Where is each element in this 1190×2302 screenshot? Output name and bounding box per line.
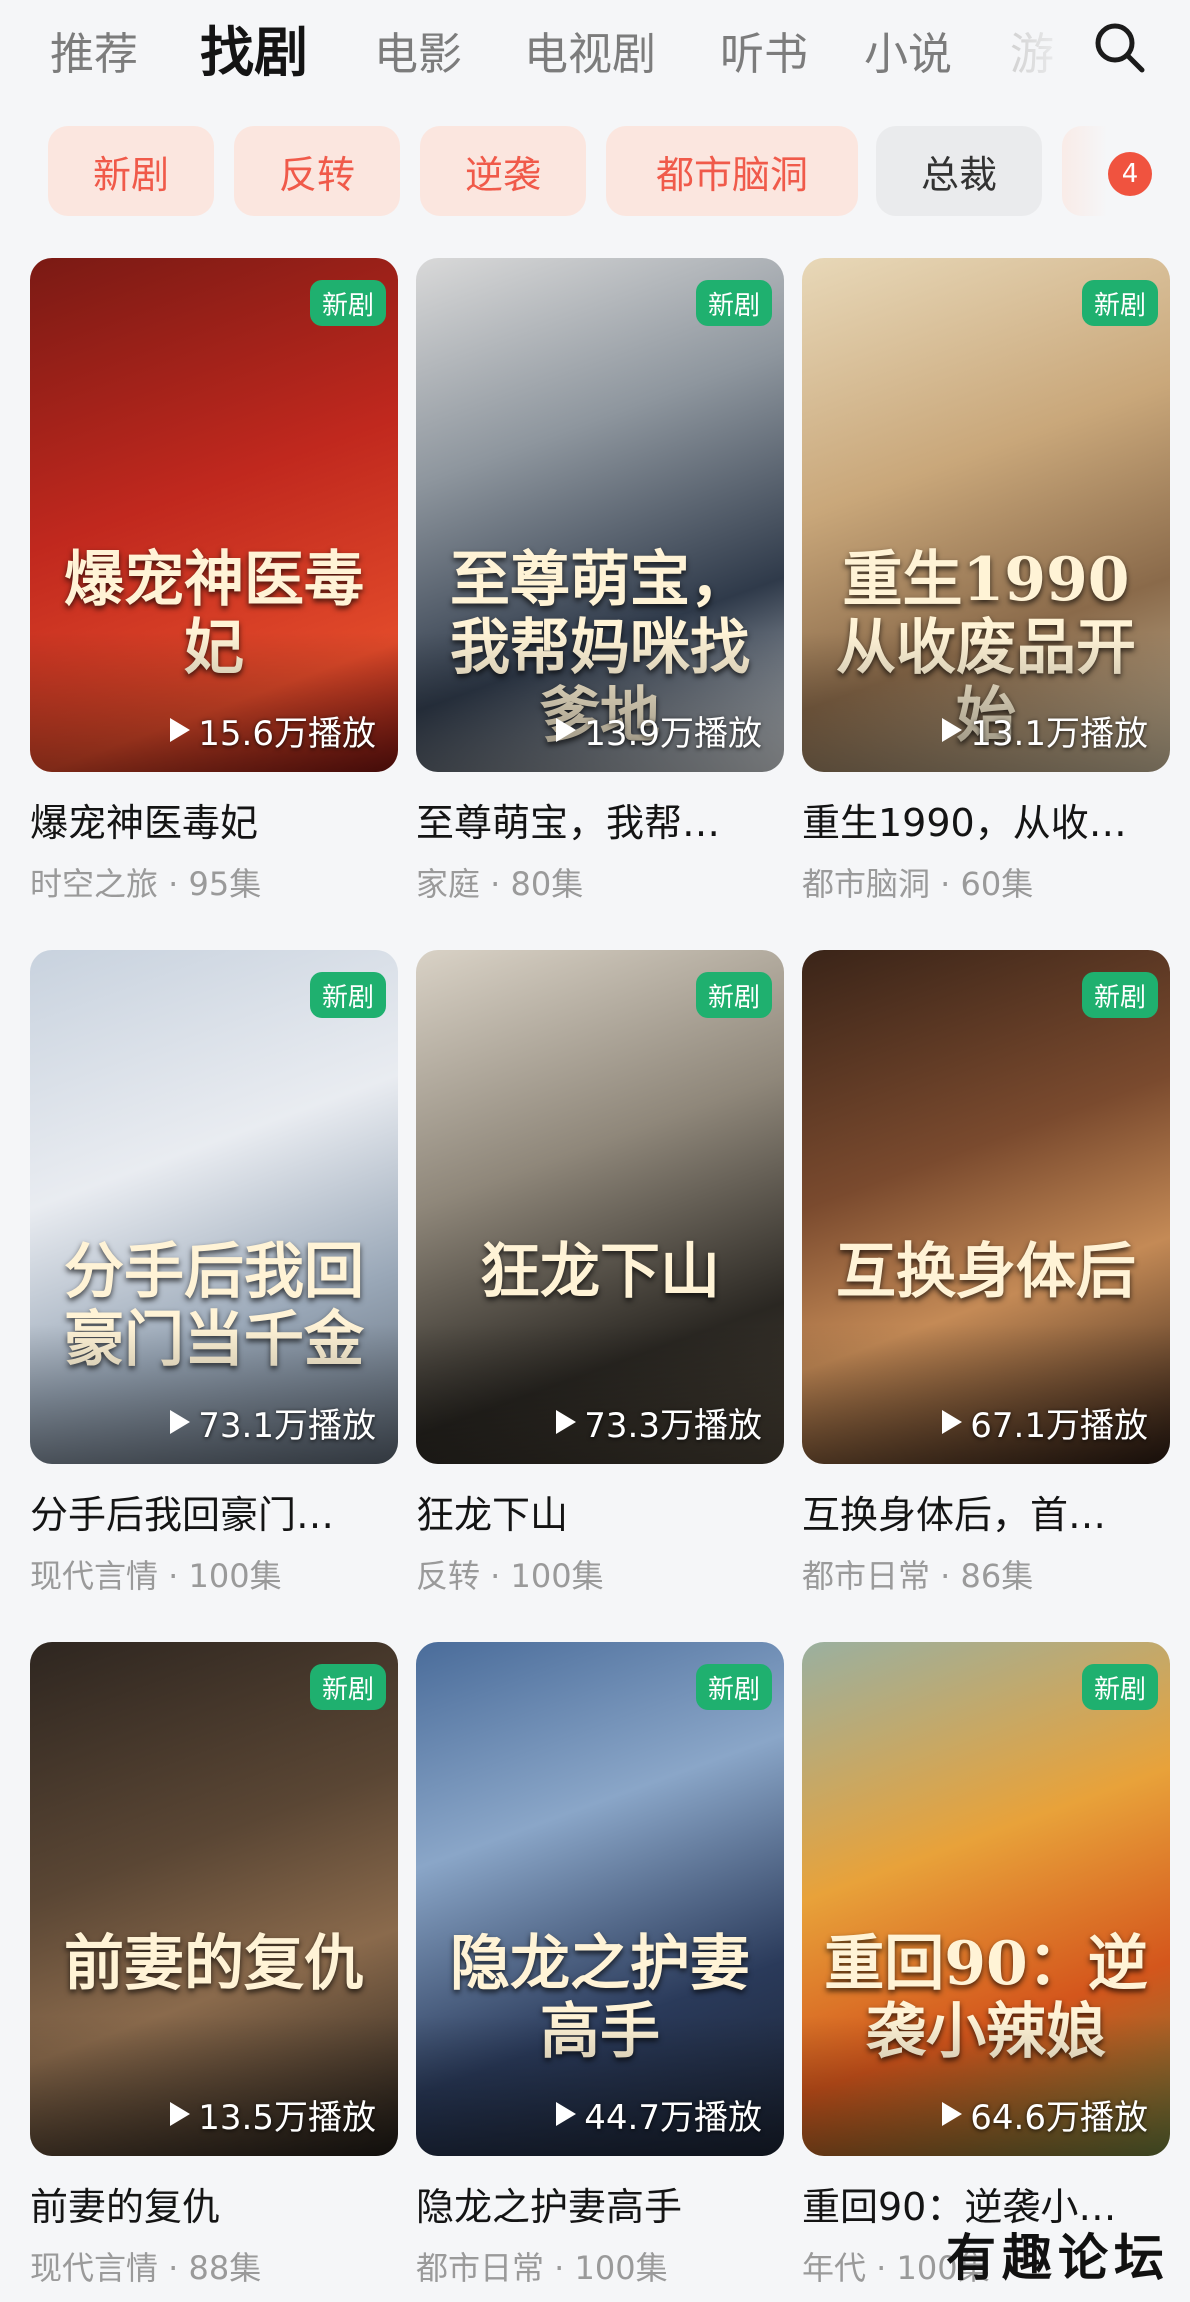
tab-tv-series[interactable]: 电视剧	[524, 18, 656, 82]
play-icon	[170, 1410, 191, 1434]
drama-meta: 都市日常 · 100集	[416, 2249, 668, 2287]
drama-meta: 现代言情 · 100集	[30, 1557, 282, 1595]
drama-title[interactable]: 互换身体后，首…	[802, 1484, 1170, 1539]
poster-title-art: 前妻的复仇	[64, 1928, 364, 1999]
drama-poster[interactable]: 前妻的复仇 新剧 13.5万播放	[30, 1642, 398, 2156]
drama-meta: 现代言情 · 88集	[30, 2249, 262, 2287]
tab-novels[interactable]: 小说	[864, 18, 952, 82]
play-count: 13.1万播放	[802, 706, 1170, 754]
drama-title[interactable]: 狂龙下山	[416, 1484, 784, 1539]
play-count-text: 13.1万播放	[970, 713, 1148, 754]
play-icon	[942, 2102, 963, 2126]
drama-card[interactable]: 隐龙之护妻高手新剧44.7万播放隐龙之护妻高手都市日常 · 100集	[416, 1642, 784, 2289]
tab-movies[interactable]: 电影	[374, 18, 462, 82]
play-count: 73.3万播放	[416, 1398, 784, 1446]
play-count-text: 73.1万播放	[198, 1405, 376, 1446]
drama-poster[interactable]: 至尊萌宝，我帮妈咪找爹地新剧13.9万播放	[416, 258, 784, 772]
drama-poster[interactable]: 隐龙之护妻高手新剧44.7万播放	[416, 1642, 784, 2156]
drama-title[interactable]: 分手后我回豪门…	[30, 1484, 398, 1539]
drama-meta: 反转 · 100集	[416, 1557, 604, 1595]
play-count-text: 13.9万播放	[584, 713, 762, 754]
drama-card[interactable]: 重生1990 从收废品开始新剧13.1万播放重生1990，从收…都市脑洞 · 6…	[802, 258, 1170, 905]
play-icon	[556, 718, 577, 742]
new-badge: 新剧	[1081, 972, 1158, 1018]
tab-audiobooks[interactable]: 听书	[720, 18, 808, 82]
tab-find-drama[interactable]: 找剧	[200, 8, 308, 87]
poster-title-art: 互换身体后	[836, 1236, 1136, 1307]
drama-card[interactable]: 狂龙下山 新剧 73.3万播放 狂龙下山 反转 · 100集	[416, 950, 784, 1597]
play-count-text: 15.6万播放	[198, 713, 376, 754]
play-count: 73.1万播放	[30, 1398, 398, 1446]
drama-card[interactable]: 互换身体后 新剧 67.1万播放互换身体后，首… 都市日常 · 86集	[802, 950, 1170, 1597]
drama-meta: 家庭 · 80集	[416, 865, 584, 903]
drama-poster[interactable]: 重回90：逆袭小辣娘新剧64.6万播放	[802, 1642, 1170, 2156]
new-badge: 新剧	[1081, 1664, 1158, 1710]
chip-reversal[interactable]: 反转	[234, 126, 400, 216]
play-icon	[942, 718, 963, 742]
play-count-text: 73.3万播放	[584, 1405, 762, 1446]
drama-meta: 都市脑洞 · 60集	[802, 865, 1034, 903]
filter-chip-row: 新剧 反转 逆袭 都市脑洞 总裁	[0, 126, 1190, 218]
new-badge: 新剧	[309, 1664, 386, 1710]
drama-poster[interactable]: 狂龙下山 新剧 73.3万播放	[416, 950, 784, 1464]
play-count: 13.9万播放	[416, 706, 784, 754]
drama-title[interactable]: 前妻的复仇	[30, 2176, 398, 2231]
poster-title-art: 狂龙下山	[480, 1236, 720, 1307]
play-count: 15.6万播放	[30, 706, 398, 754]
drama-poster[interactable]: 重生1990 从收废品开始新剧13.1万播放	[802, 258, 1170, 772]
chip-new-drama[interactable]: 新剧	[48, 126, 214, 216]
chip-count-badge: 4	[1108, 152, 1152, 196]
search-icon	[1095, 23, 1145, 73]
play-icon	[942, 1410, 963, 1434]
play-count-text: 44.7万播放	[584, 2097, 762, 2138]
new-badge: 新剧	[695, 280, 772, 326]
tab-fade-overlay	[1010, 0, 1080, 100]
chip-comeback[interactable]: 逆袭	[420, 126, 586, 216]
drama-poster[interactable]: 分手后我回豪门当千金新剧73.1万播放	[30, 950, 398, 1464]
new-badge: 新剧	[695, 1664, 772, 1710]
play-icon	[170, 718, 191, 742]
play-count: 67.1万播放	[802, 1398, 1170, 1446]
drama-card[interactable]: 爆宠神医毒妃新剧15.6万播放爆宠神医毒妃时空之旅 · 95集	[30, 258, 398, 905]
top-tab-bar: 推荐 找剧 电影 电视剧 听书 小说 游	[0, 0, 1190, 100]
play-icon	[556, 2102, 577, 2126]
play-count-text: 13.5万播放	[198, 2097, 376, 2138]
play-icon	[556, 1410, 577, 1434]
new-badge: 新剧	[695, 972, 772, 1018]
drama-title[interactable]: 重生1990，从收…	[802, 792, 1170, 847]
drama-card[interactable]: 前妻的复仇 新剧 13.5万播放 前妻的复仇 现代言情 · 88集	[30, 1642, 398, 2289]
drama-poster[interactable]: 爆宠神医毒妃新剧15.6万播放	[30, 258, 398, 772]
chip-urban-fantasy[interactable]: 都市脑洞	[606, 126, 858, 216]
play-count: 64.6万播放	[802, 2090, 1170, 2138]
drama-card[interactable]: 重回90：逆袭小辣娘新剧64.6万播放重回90：逆袭小…年代 · 100集	[802, 1642, 1170, 2289]
drama-title[interactable]: 爆宠神医毒妃	[30, 792, 398, 847]
play-count-text: 67.1万播放	[970, 1405, 1148, 1446]
chip-ceo[interactable]: 总裁	[876, 126, 1042, 216]
drama-card[interactable]: 分手后我回豪门当千金新剧73.1万播放分手后我回豪门…现代言情 · 100集	[30, 950, 398, 1597]
play-icon	[170, 2102, 191, 2126]
new-badge: 新剧	[1081, 280, 1158, 326]
drama-title[interactable]: 至尊萌宝，我帮…	[416, 792, 784, 847]
tab-recommend[interactable]: 推荐	[50, 18, 138, 82]
play-count-text: 64.6万播放	[970, 2097, 1148, 2138]
new-badge: 新剧	[309, 280, 386, 326]
watermark-text: 有趣论坛	[946, 2228, 1170, 2287]
play-count: 13.5万播放	[30, 2090, 398, 2138]
drama-poster[interactable]: 互换身体后 新剧 67.1万播放	[802, 950, 1170, 1464]
drama-meta: 时空之旅 · 95集	[30, 865, 262, 903]
drama-meta: 都市日常 · 86集	[802, 1557, 1034, 1595]
drama-title[interactable]: 隐龙之护妻高手	[416, 2176, 784, 2231]
new-badge: 新剧	[309, 972, 386, 1018]
search-button[interactable]	[1090, 18, 1150, 78]
play-count: 44.7万播放	[416, 2090, 784, 2138]
drama-card[interactable]: 至尊萌宝，我帮妈咪找爹地新剧13.9万播放至尊萌宝，我帮…家庭 · 80集	[416, 258, 784, 905]
